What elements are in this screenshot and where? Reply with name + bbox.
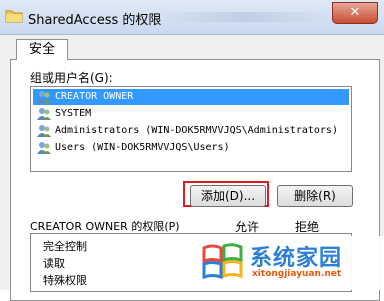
list-item[interactable]: Users (WIN-DOK5RMVVJQS\Users) bbox=[33, 140, 349, 156]
permission-item: 读取 bbox=[43, 257, 65, 270]
permission-item: 完全控制 bbox=[43, 240, 87, 253]
user-group-icon bbox=[37, 142, 51, 154]
windows-logo-icon bbox=[202, 243, 243, 280]
group-user-list[interactable]: CREATOR OWNER SYSTEM Administrators (WIN… bbox=[30, 86, 352, 172]
list-item-label: Administrators (WIN-DOK5RMVVJQS\Administ… bbox=[55, 125, 338, 136]
remove-button[interactable]: 删除(R) bbox=[277, 185, 353, 207]
list-item-label: Users (WIN-DOK5RMVVJQS\Users) bbox=[55, 142, 230, 153]
window-title: SharedAccess 的权限 bbox=[28, 13, 162, 28]
user-group-icon bbox=[37, 91, 51, 103]
folder-icon bbox=[5, 10, 23, 23]
watermark-url: xitongjiayuan.net bbox=[252, 269, 342, 279]
add-button[interactable]: 添加(D)... bbox=[190, 185, 266, 207]
list-item[interactable]: SYSTEM bbox=[33, 106, 349, 122]
list-item[interactable]: CREATOR OWNER bbox=[33, 89, 349, 105]
group-user-label: 组或用户名(G): bbox=[30, 71, 113, 85]
user-group-icon bbox=[37, 125, 51, 137]
permission-item: 特殊权限 bbox=[43, 274, 87, 287]
blurred-path bbox=[160, 12, 330, 22]
list-item-label: SYSTEM bbox=[55, 108, 92, 119]
permissions-label: CREATOR OWNER 的权限(P) bbox=[30, 220, 180, 233]
watermark-brand: 系统家园 bbox=[250, 246, 343, 271]
title-bar: SharedAccess 的权限 ✕ bbox=[0, 0, 384, 35]
list-item-label: CREATOR OWNER bbox=[55, 91, 134, 102]
list-item[interactable]: Administrators (WIN-DOK5RMVVJQS\Administ… bbox=[33, 123, 349, 139]
tab-security[interactable]: 安全 bbox=[16, 39, 68, 60]
user-group-icon bbox=[37, 108, 51, 120]
watermark: 系统家园 xitongjiayuan.net bbox=[192, 236, 384, 290]
close-button[interactable]: ✕ bbox=[332, 2, 378, 24]
